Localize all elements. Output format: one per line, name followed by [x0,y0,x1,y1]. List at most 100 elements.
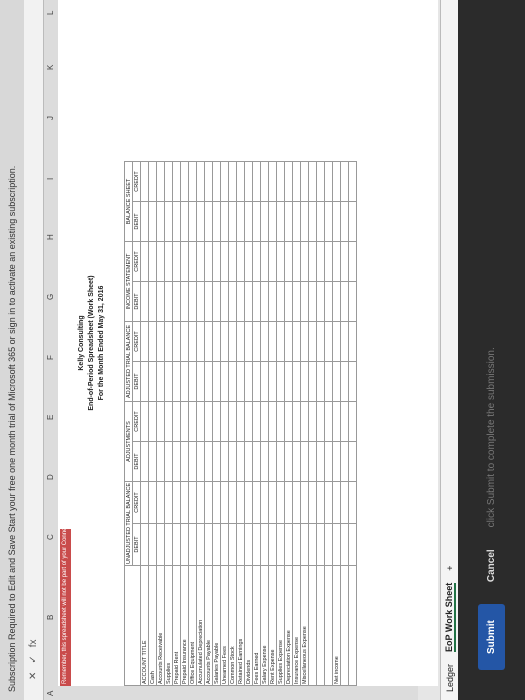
amount-cell[interactable] [196,441,205,482]
amount-cell[interactable] [340,361,349,402]
amount-cell[interactable] [308,565,317,686]
amount-cell[interactable] [284,523,293,566]
amount-cell[interactable] [156,361,165,402]
amount-cell[interactable] [292,401,301,442]
col-header-f[interactable]: F [46,355,55,360]
amount-cell[interactable] [252,281,261,322]
amount-cell[interactable] [204,401,213,442]
amount-cell[interactable] [340,565,349,686]
amount-cell[interactable] [340,241,349,282]
amount-cell[interactable] [340,441,349,482]
amount-cell[interactable] [148,201,157,242]
col-header-d[interactable]: D [46,474,55,480]
amount-cell[interactable] [212,161,221,202]
amount-cell[interactable] [332,401,341,442]
amount-cell[interactable] [260,281,269,322]
amount-cell[interactable] [276,161,285,202]
amount-cell[interactable] [308,201,317,242]
amount-cell[interactable] [308,361,317,402]
amount-cell[interactable] [332,441,341,482]
amount-cell[interactable] [284,441,293,482]
amount-cell[interactable] [276,401,285,442]
amount-cell[interactable] [340,201,349,242]
amount-cell[interactable] [324,161,333,202]
amount-cell[interactable] [140,401,149,442]
amount-cell[interactable] [156,321,165,362]
amount-cell[interactable] [236,481,245,524]
amount-cell[interactable] [148,161,157,202]
amount-cell[interactable] [196,161,205,202]
cancel-button[interactable]: Cancel [486,549,497,582]
amount-cell[interactable] [324,401,333,442]
amount-cell[interactable] [276,281,285,322]
amount-cell[interactable] [316,523,325,566]
fx-icon[interactable]: fx [28,639,39,647]
amount-cell[interactable] [316,281,325,322]
amount-cell[interactable] [348,241,357,282]
amount-cell[interactable] [332,523,341,566]
amount-cell[interactable] [300,361,309,402]
amount-cell[interactable] [316,481,325,524]
amount-cell[interactable] [220,281,229,322]
amount-cell[interactable] [276,321,285,362]
amount-cell[interactable] [164,523,173,566]
amount-cell[interactable] [292,481,301,524]
amount-cell[interactable] [268,481,277,524]
amount-cell[interactable] [292,441,301,482]
amount-cell[interactable] [308,401,317,442]
amount-cell[interactable] [140,201,149,242]
amount-cell[interactable] [292,321,301,362]
amount-cell[interactable] [188,201,197,242]
amount-cell[interactable] [140,361,149,402]
col-header-e[interactable]: E [46,415,55,420]
amount-cell[interactable] [220,441,229,482]
amount-cell[interactable] [300,201,309,242]
amount-cell[interactable] [284,321,293,362]
amount-cell[interactable] [300,241,309,282]
amount-cell[interactable] [156,281,165,322]
amount-cell[interactable] [188,441,197,482]
amount-cell[interactable] [284,281,293,322]
amount-cell[interactable] [180,161,189,202]
amount-cell[interactable] [268,161,277,202]
amount-cell[interactable] [196,201,205,242]
amount-cell[interactable] [252,361,261,402]
amount-cell[interactable] [300,161,309,202]
amount-cell[interactable] [220,361,229,402]
amount-cell[interactable] [252,481,261,524]
amount-cell[interactable] [260,161,269,202]
amount-cell[interactable] [244,201,253,242]
amount-cell[interactable] [252,523,261,566]
amount-cell[interactable] [220,241,229,282]
amount-cell[interactable] [172,361,181,402]
col-header-h[interactable]: H [46,234,55,240]
tab-ledger[interactable]: Ledger [445,664,455,692]
amount-cell[interactable] [324,321,333,362]
amount-cell[interactable] [172,481,181,524]
amount-cell[interactable] [204,361,213,402]
formula-bar[interactable]: ✕ ✓ fx [24,0,44,700]
col-header-k[interactable]: K [46,65,55,70]
amount-cell[interactable] [196,523,205,566]
amount-cell[interactable] [268,281,277,322]
amount-cell[interactable] [228,241,237,282]
amount-cell[interactable] [244,361,253,402]
amount-cell[interactable] [316,201,325,242]
amount-cell[interactable] [204,441,213,482]
amount-cell[interactable] [300,281,309,322]
amount-cell[interactable] [212,241,221,282]
amount-cell[interactable] [244,441,253,482]
spreadsheet-area[interactable]: Remember, this spreadsheet will not be p… [58,0,438,686]
amount-cell[interactable] [284,481,293,524]
amount-cell[interactable] [156,201,165,242]
amount-cell[interactable] [204,481,213,524]
amount-cell[interactable] [188,241,197,282]
amount-cell[interactable] [316,361,325,402]
amount-cell[interactable] [212,441,221,482]
amount-cell[interactable] [348,321,357,362]
amount-cell[interactable] [268,201,277,242]
amount-cell[interactable] [324,281,333,322]
amount-cell[interactable] [284,401,293,442]
amount-cell[interactable] [236,321,245,362]
amount-cell[interactable] [332,481,341,524]
